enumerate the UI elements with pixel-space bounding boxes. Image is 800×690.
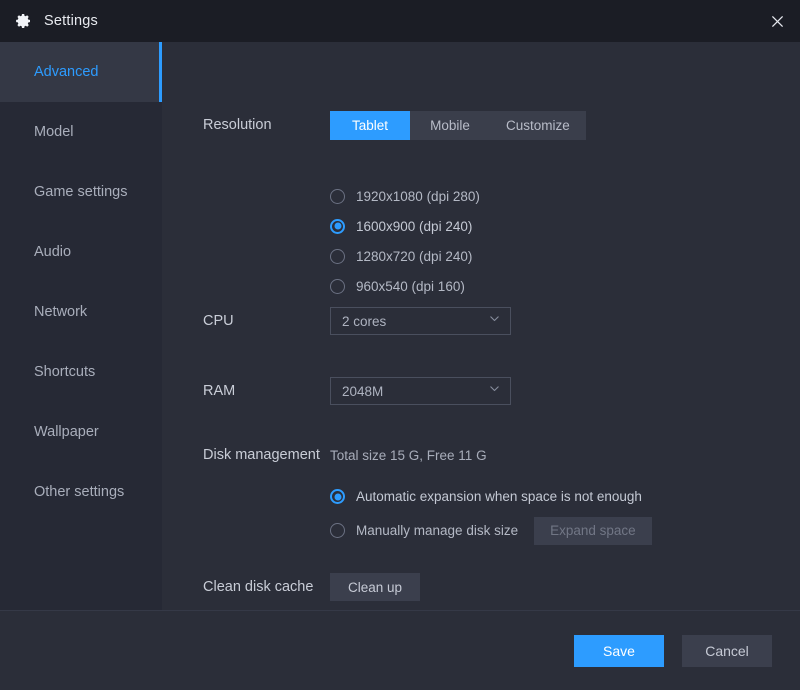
clean-up-button[interactable]: Clean up	[330, 573, 421, 601]
disk-option-label: Automatic expansion when space is not en…	[356, 489, 642, 504]
radio-icon	[330, 278, 345, 294]
sidebar-item-audio[interactable]: Audio	[0, 222, 162, 282]
sidebar-item-label: Wallpaper	[34, 424, 99, 440]
resolution-option-label: 1280x720 (dpi 240)	[356, 248, 473, 264]
cpu-field: 2 cores	[330, 307, 800, 335]
expand-space-button: Expand space	[534, 516, 652, 545]
tab-label: Mobile	[430, 118, 470, 133]
clean-disk-cache-label: Clean disk cache	[203, 579, 314, 595]
resolution-field: Tablet Mobile Customize 1920x1080 (dpi 2…	[330, 111, 800, 301]
close-icon	[769, 13, 786, 30]
disk-option-automatic[interactable]: Automatic expansion when space is not en…	[330, 481, 800, 512]
window-body: Advanced Model Game settings Audio Netwo…	[0, 42, 800, 610]
disk-management-label: Disk management	[203, 447, 320, 463]
tab-customize[interactable]: Customize	[490, 111, 586, 140]
resolution-option-1600x900[interactable]: 1600x900 (dpi 240)	[330, 211, 800, 241]
tab-label: Tablet	[351, 118, 389, 133]
tab-mobile[interactable]: Mobile	[410, 111, 490, 140]
resolution-option-960x540[interactable]: 960x540 (dpi 160)	[330, 271, 800, 301]
resolution-label: Resolution	[203, 117, 272, 133]
gear-icon	[15, 12, 33, 30]
sidebar-item-network[interactable]: Network	[0, 282, 162, 342]
disk-option-label: Manually manage disk size	[356, 523, 519, 538]
sidebar-item-label: Audio	[34, 244, 72, 260]
resolution-option-label: 960x540 (dpi 160)	[356, 278, 465, 294]
chevron-down-icon	[488, 382, 501, 400]
save-button[interactable]: Save	[574, 634, 664, 667]
resolution-option-label: 1600x900 (dpi 240)	[356, 218, 473, 234]
tab-tablet[interactable]: Tablet	[330, 111, 410, 140]
cpu-row: CPU 2 cores	[162, 307, 800, 335]
disk-options: Automatic expansion when space is not en…	[330, 481, 800, 546]
sidebar: Advanced Model Game settings Audio Netwo…	[0, 42, 162, 610]
resolution-option-label: 1920x1080 (dpi 280)	[356, 188, 480, 204]
sidebar-item-label: Model	[34, 124, 74, 140]
ram-select-value: 2048M	[342, 383, 384, 399]
sidebar-item-label: Other settings	[34, 484, 125, 500]
ram-select[interactable]: 2048M	[330, 377, 511, 405]
clean-disk-cache-row: Clean disk cache Clean up	[162, 573, 800, 601]
sidebar-item-model[interactable]: Model	[0, 102, 162, 162]
cpu-select[interactable]: 2 cores	[330, 307, 511, 335]
window-title: Settings	[44, 13, 98, 29]
resolution-option-1280x720[interactable]: 1280x720 (dpi 240)	[330, 241, 800, 271]
radio-icon-selected	[330, 489, 345, 504]
ram-label: RAM	[203, 383, 236, 399]
cancel-button[interactable]: Cancel	[682, 634, 772, 667]
radio-icon	[330, 523, 345, 538]
sidebar-item-label: Advanced	[34, 64, 99, 80]
sidebar-item-label: Game settings	[34, 184, 128, 200]
settings-window: Settings Advanced Model Game settings Au…	[0, 0, 800, 690]
sidebar-item-advanced[interactable]: Advanced	[0, 42, 162, 102]
disk-option-manual[interactable]: Manually manage disk size Expand space	[330, 515, 800, 546]
close-button[interactable]	[754, 0, 800, 42]
sidebar-item-game-settings[interactable]: Game settings	[0, 162, 162, 222]
disk-usage-info: Total size 15 G, Free 11 G	[330, 448, 487, 463]
disk-management-field: Total size 15 G, Free 11 G Automatic exp…	[330, 445, 800, 546]
resolution-option-1920x1080[interactable]: 1920x1080 (dpi 280)	[330, 181, 800, 211]
titlebar: Settings	[0, 0, 800, 42]
resolution-row: Resolution Tablet Mobile Customize 1920x…	[162, 111, 800, 301]
ram-row: RAM 2048M	[162, 377, 800, 405]
radio-icon	[330, 248, 345, 264]
resolution-options: 1920x1080 (dpi 280) 1600x900 (dpi 240) 1…	[330, 181, 800, 301]
cpu-label: CPU	[203, 313, 234, 329]
disk-management-row: Disk management Total size 15 G, Free 11…	[162, 445, 800, 546]
sidebar-item-label: Network	[34, 304, 88, 320]
radio-icon-selected	[330, 218, 345, 234]
radio-icon	[330, 188, 345, 204]
tab-label: Customize	[506, 118, 570, 133]
sidebar-item-label: Shortcuts	[34, 364, 96, 380]
ram-field: 2048M	[330, 377, 800, 405]
footer: Save Cancel	[0, 610, 800, 690]
resolution-tabs: Tablet Mobile Customize	[330, 111, 586, 140]
clean-disk-cache-field: Clean up	[330, 573, 800, 601]
sidebar-item-shortcuts[interactable]: Shortcuts	[0, 342, 162, 402]
sidebar-item-other-settings[interactable]: Other settings	[0, 462, 162, 522]
settings-content: Resolution Tablet Mobile Customize 1920x…	[162, 42, 800, 610]
chevron-down-icon	[488, 312, 501, 330]
sidebar-item-wallpaper[interactable]: Wallpaper	[0, 402, 162, 462]
cpu-select-value: 2 cores	[342, 313, 387, 329]
